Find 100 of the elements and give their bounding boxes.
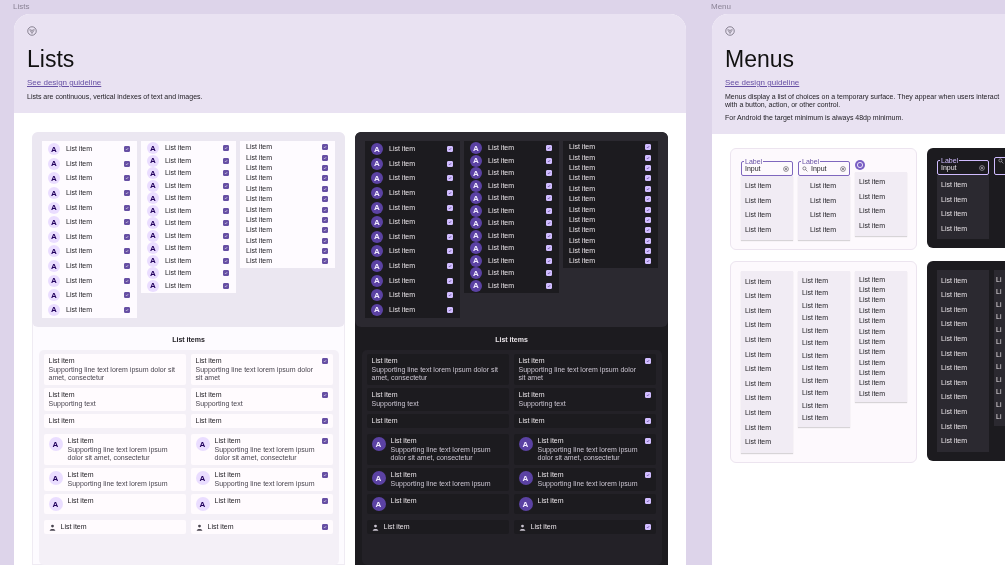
checkbox[interactable] (223, 195, 229, 202)
clear-icon[interactable] (840, 166, 846, 172)
checkbox[interactable] (321, 438, 328, 444)
checkbox[interactable] (645, 196, 651, 203)
checkbox[interactable] (322, 164, 328, 171)
avatar: A (371, 216, 383, 229)
checkbox[interactable] (447, 204, 453, 211)
checkbox[interactable] (644, 358, 651, 364)
checkbox[interactable] (447, 190, 453, 197)
avatar: A (470, 167, 482, 180)
checkbox[interactable] (546, 270, 552, 277)
checkbox[interactable] (322, 185, 328, 192)
checkbox[interactable] (447, 292, 453, 299)
checkbox[interactable] (546, 182, 552, 189)
guideline-link[interactable]: See design guideline (27, 78, 102, 88)
checkbox[interactable] (447, 175, 453, 182)
checkbox[interactable] (447, 219, 453, 226)
checkbox[interactable] (124, 233, 130, 240)
checkbox[interactable] (546, 232, 552, 239)
avatar: A (470, 192, 482, 205)
checkbox[interactable] (322, 216, 328, 223)
avatar: A (470, 179, 482, 192)
checkbox[interactable] (322, 227, 328, 234)
checkbox[interactable] (645, 144, 651, 151)
checkbox[interactable] (546, 170, 552, 177)
checkbox[interactable] (223, 145, 229, 152)
checkbox[interactable] (223, 245, 229, 252)
checkbox[interactable] (223, 170, 229, 177)
checkbox[interactable] (645, 258, 651, 265)
checkbox[interactable] (546, 245, 552, 252)
checkbox[interactable] (321, 498, 328, 504)
checkbox[interactable] (546, 157, 552, 164)
checkbox[interactable] (124, 204, 130, 211)
checkbox[interactable] (223, 257, 229, 264)
checkbox[interactable] (447, 248, 453, 255)
checkbox[interactable] (223, 270, 229, 277)
checkbox[interactable] (124, 277, 130, 284)
checkbox[interactable] (322, 248, 328, 255)
checkbox[interactable] (546, 257, 552, 264)
checkbox[interactable] (447, 306, 453, 313)
checkbox[interactable] (124, 190, 130, 197)
checkbox[interactable] (321, 392, 328, 398)
avatar: A (371, 260, 383, 273)
checkbox[interactable] (223, 220, 229, 227)
checkbox[interactable] (124, 263, 130, 270)
checkbox[interactable] (644, 392, 651, 398)
avatar: A (470, 242, 482, 255)
checkbox[interactable] (645, 175, 651, 182)
checkbox[interactable] (321, 418, 328, 424)
checkbox[interactable] (645, 237, 651, 244)
checkbox[interactable] (447, 263, 453, 270)
checkbox[interactable] (645, 227, 651, 234)
checkbox[interactable] (322, 175, 328, 182)
checkbox[interactable] (322, 144, 328, 151)
checkbox[interactable] (322, 196, 328, 203)
checkbox[interactable] (645, 206, 651, 213)
checkbox[interactable] (124, 292, 130, 299)
guideline-link[interactable]: See design guideline (725, 78, 800, 88)
checkbox[interactable] (223, 182, 229, 189)
checkbox[interactable] (447, 146, 453, 153)
clear-icon[interactable] (783, 166, 789, 172)
checkbox[interactable] (447, 233, 453, 240)
checkbox[interactable] (321, 524, 328, 530)
checkbox[interactable] (546, 145, 552, 152)
checkbox[interactable] (645, 154, 651, 161)
checkbox[interactable] (124, 219, 130, 226)
avatar: A (48, 437, 63, 451)
checkbox[interactable] (321, 472, 328, 478)
checkbox[interactable] (223, 207, 229, 214)
checkbox[interactable] (644, 438, 651, 444)
checkbox[interactable] (124, 306, 130, 313)
avatar: A (48, 274, 60, 287)
checkbox[interactable] (447, 160, 453, 167)
checkbox[interactable] (644, 524, 651, 530)
checkbox[interactable] (223, 157, 229, 164)
checkbox[interactable] (124, 160, 130, 167)
checkbox[interactable] (645, 164, 651, 171)
checkbox[interactable] (322, 154, 328, 161)
checkbox[interactable] (124, 175, 130, 182)
checkbox[interactable] (322, 258, 328, 265)
checkbox[interactable] (546, 282, 552, 289)
checkbox[interactable] (645, 248, 651, 255)
checkbox[interactable] (546, 195, 552, 202)
checkbox[interactable] (223, 232, 229, 239)
checkbox[interactable] (321, 358, 328, 364)
avatar: A (147, 204, 159, 217)
checkbox[interactable] (223, 282, 229, 289)
checkbox[interactable] (644, 498, 651, 504)
checkbox[interactable] (322, 237, 328, 244)
checkbox[interactable] (124, 146, 130, 153)
checkbox[interactable] (546, 220, 552, 227)
checkbox[interactable] (447, 277, 453, 284)
checkbox[interactable] (546, 207, 552, 214)
checkbox[interactable] (124, 248, 130, 255)
checkbox[interactable] (644, 418, 651, 424)
checkbox[interactable] (322, 206, 328, 213)
icon-button[interactable] (855, 160, 865, 170)
checkbox[interactable] (644, 472, 651, 478)
checkbox[interactable] (645, 185, 651, 192)
checkbox[interactable] (645, 216, 651, 223)
